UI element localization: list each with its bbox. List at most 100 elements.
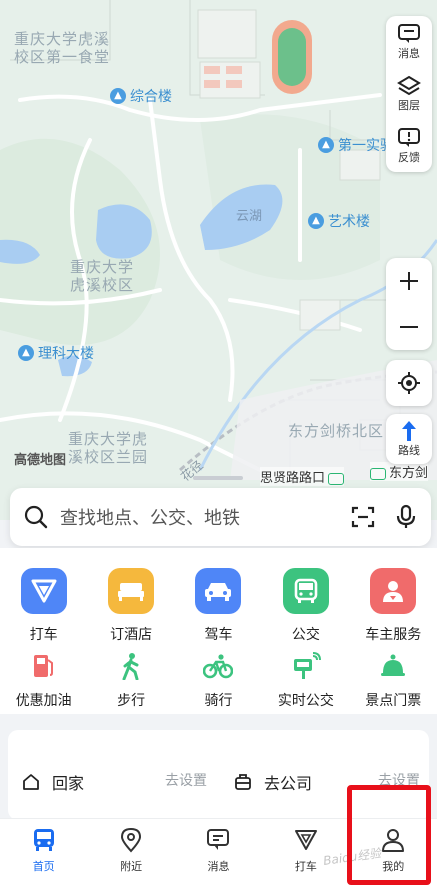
service-label: 驾车 — [204, 627, 233, 643]
service-realtime-bus[interactable]: 实时公交 — [262, 650, 349, 710]
poi-icon: ▲ — [308, 213, 324, 229]
map-view[interactable]: 重庆大学虎溪 校区第一食堂 云湖 重庆大学 虎溪校区 重庆大学虎 溪校区兰园 东… — [0, 0, 437, 520]
plus-icon — [400, 272, 418, 290]
road-label-dongfang: 东方剑 — [370, 462, 429, 481]
zoom-in-button[interactable] — [386, 258, 432, 304]
poi-diyishi[interactable]: ▲ 第一实验 — [318, 135, 394, 155]
message-label: 消息 — [398, 47, 420, 60]
realtime-bus-icon — [290, 650, 322, 682]
service-label: 景点门票 — [365, 693, 422, 709]
service-label: 订酒店 — [110, 627, 153, 643]
nav-message[interactable]: 消息 — [175, 819, 262, 892]
poi-yishulou[interactable]: ▲ 艺术楼 — [308, 211, 370, 231]
poi-zonghelou[interactable]: ▲ 综合楼 — [110, 86, 172, 106]
bus-stop-icon — [328, 472, 345, 485]
owner-service-icon — [370, 568, 417, 614]
work-shortcut[interactable]: 去公司 — [234, 770, 312, 794]
fuel-pump-icon — [28, 650, 60, 682]
map-label-campus: 重庆大学 虎溪校区 — [70, 258, 135, 294]
taxi-icon — [20, 568, 67, 614]
feedback-button[interactable]: 反馈 — [386, 120, 432, 172]
layer-label: 图层 — [398, 99, 420, 112]
briefcase-icon — [235, 774, 251, 790]
chat-icon — [207, 829, 230, 850]
search-placeholder: 查找地点、公交、地铁 — [60, 508, 240, 529]
poi-label: 综合楼 — [130, 89, 172, 105]
highlight-box — [347, 785, 431, 885]
sheet-drag-handle[interactable] — [193, 476, 243, 480]
message-icon — [398, 24, 420, 43]
nav-home[interactable]: 首页 — [0, 819, 87, 892]
feedback-label: 反馈 — [398, 151, 420, 164]
service-label: 步行 — [117, 693, 146, 709]
nav-label: 附近 — [120, 860, 143, 873]
service-drive[interactable]: 驾车 — [175, 568, 262, 644]
locate-button[interactable] — [386, 360, 432, 406]
scenic-bell-icon — [377, 650, 409, 682]
poi-icon: ▲ — [318, 137, 334, 153]
layer-button[interactable]: 图层 — [386, 68, 432, 120]
service-hotel[interactable]: 订酒店 — [87, 568, 174, 644]
map-label-yunhu: 云湖 — [236, 209, 263, 224]
feedback-icon — [398, 128, 420, 147]
bus-stop-icon — [370, 467, 386, 480]
car-icon — [195, 568, 242, 614]
minus-icon — [400, 326, 418, 328]
hotel-bed-icon — [108, 568, 155, 614]
service-fuel[interactable]: 优惠加油 — [0, 650, 87, 710]
search-icon — [24, 505, 48, 529]
bus-home-icon — [33, 829, 54, 851]
service-taxi[interactable]: 打车 — [0, 568, 87, 644]
map-label-cafeteria: 重庆大学虎溪 校区第一食堂 — [14, 30, 111, 66]
poi-label: 理科大楼 — [38, 346, 94, 362]
layers-icon — [397, 75, 421, 96]
nav-label: 消息 — [207, 860, 230, 873]
service-label: 优惠加油 — [15, 693, 72, 709]
poi-label: 艺术楼 — [328, 214, 370, 230]
message-button[interactable]: 消息 — [386, 16, 432, 68]
locate-icon — [398, 372, 420, 394]
route-label: 路线 — [398, 444, 420, 457]
service-label: 实时公交 — [277, 693, 334, 709]
poi-icon: ▲ — [110, 88, 126, 104]
bicycle-icon — [202, 650, 234, 682]
service-tickets[interactable]: 景点门票 — [350, 650, 437, 710]
map-canvas — [0, 0, 437, 520]
service-label: 骑行 — [204, 693, 233, 709]
route-inner: 路线 — [386, 414, 432, 464]
nav-label: 打车 — [294, 860, 317, 873]
service-bike[interactable]: 骑行 — [175, 650, 262, 710]
service-bus[interactable]: 公交 — [262, 568, 349, 644]
route-arrow-icon — [402, 421, 416, 441]
home-icon — [23, 774, 39, 790]
bus-icon — [282, 568, 329, 614]
location-pin-icon — [121, 827, 142, 853]
map-label-campus-lanyuan: 重庆大学虎 溪校区兰园 — [68, 430, 149, 466]
service-grid-secondary: 优惠加油 步行 骑行 实时公交 景点门票 — [0, 650, 437, 710]
poi-icon: ▲ — [18, 345, 34, 361]
service-walk[interactable]: 步行 — [87, 650, 174, 710]
app-screen: 重庆大学虎溪 校区第一食堂 云湖 重庆大学 虎溪校区 重庆大学虎 溪校区兰园 东… — [0, 0, 437, 892]
work-label: 去公司 — [264, 774, 313, 793]
poi-like[interactable]: ▲ 理科大楼 — [18, 343, 94, 363]
route-button[interactable]: 路线 — [386, 414, 432, 464]
walk-icon — [115, 650, 147, 682]
nav-label: 首页 — [32, 860, 55, 873]
road-label-sixian: 思贤路路口 — [260, 467, 345, 486]
scan-icon[interactable] — [351, 505, 375, 529]
zoom-out-button[interactable] — [386, 304, 432, 350]
nav-nearby[interactable]: 附近 — [87, 819, 174, 892]
home-shortcut[interactable]: 回家 — [22, 770, 84, 794]
service-label: 公交 — [291, 627, 320, 643]
microphone-icon[interactable] — [395, 504, 417, 530]
zoom-panel — [386, 258, 432, 350]
service-label: 车主服务 — [365, 627, 422, 643]
road-label-text: 思贤路路口 — [260, 471, 326, 486]
home-label: 回家 — [52, 774, 85, 793]
taxi-nav-icon — [294, 830, 317, 850]
service-label: 打车 — [29, 627, 58, 643]
service-owner[interactable]: 车主服务 — [350, 568, 437, 644]
road-label-text: 东方剑 — [389, 466, 429, 481]
search-bar[interactable]: 查找地点、公交、地铁 — [10, 488, 431, 546]
home-set-link[interactable]: 去设置 — [165, 770, 207, 790]
